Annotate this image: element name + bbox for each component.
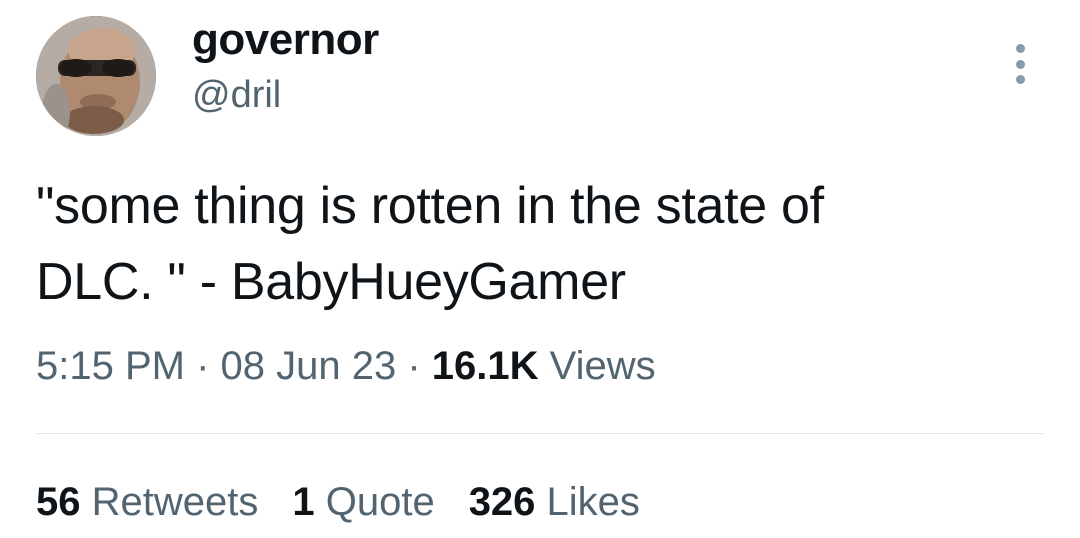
tweet-time[interactable]: 5:15 PM [36,344,185,388]
engagement-stats: 56 Retweets 1 Quote 326 Likes [36,476,640,528]
user-handle[interactable]: @dril [192,72,281,118]
views-label: Views [538,344,656,388]
retweets-stat[interactable]: 56 Retweets [36,476,258,528]
likes-stat[interactable]: 326 Likes [469,476,640,528]
avatar-image [36,16,156,136]
tweet-meta: 5:15 PM · 08 Jun 23 · 16.1K Views [36,340,656,392]
more-options-button[interactable] [1000,40,1040,88]
likes-label: Likes [535,480,640,524]
display-name[interactable]: governor [192,14,379,66]
tweet-text: "some thing is rotten in the state of DL… [36,177,824,311]
likes-count: 326 [468,480,536,524]
quotes-count: 1 [292,480,315,524]
divider [36,433,1044,434]
meta-separator: · [184,344,221,388]
retweets-count: 56 [36,480,81,524]
more-vertical-icon-dot [1015,75,1025,84]
retweets-label: Retweets [80,480,259,524]
meta-separator: · [396,344,432,388]
avatar[interactable] [36,16,156,136]
tweet-date[interactable]: 08 Jun 23 [221,344,397,388]
quotes-stat[interactable]: 1 Quote [292,476,434,528]
tweet-card: governor @dril "some thing is rotten in … [0,0,1080,538]
more-vertical-icon-dot [1015,59,1025,69]
quotes-label: Quote [314,480,435,524]
views-count: 16.1K [431,344,539,388]
more-vertical-icon [1015,44,1025,53]
